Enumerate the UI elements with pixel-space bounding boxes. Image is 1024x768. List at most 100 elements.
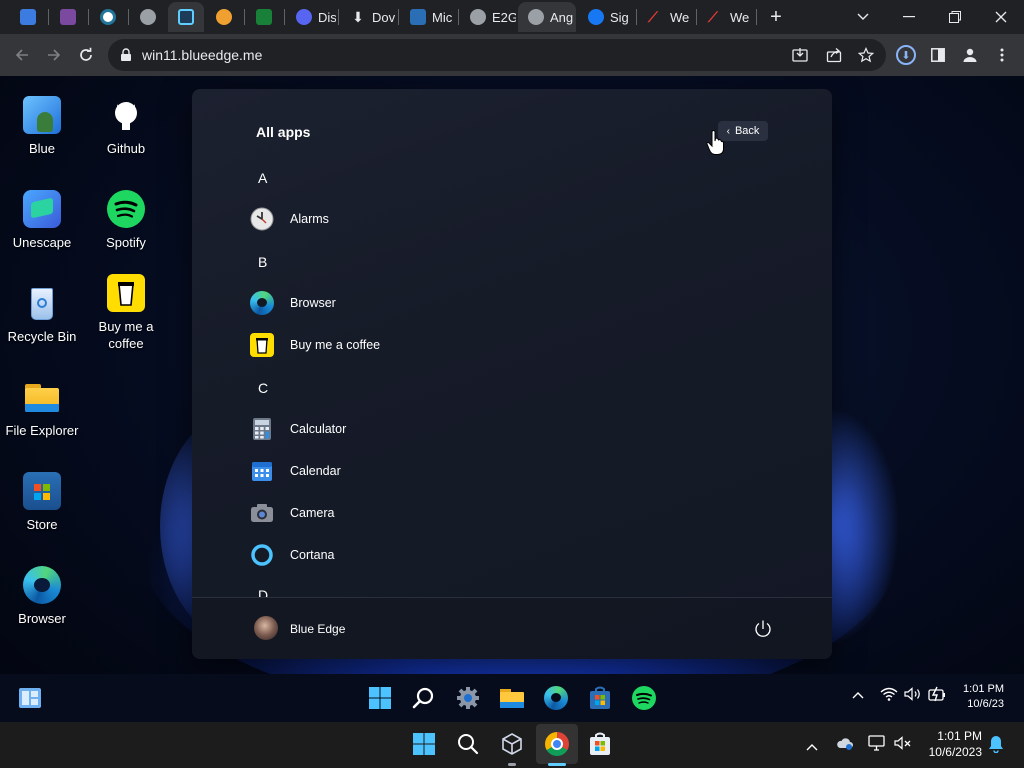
app-calendar[interactable]: Calendar (250, 457, 341, 485)
minimize-icon[interactable] (886, 0, 932, 34)
power-icon[interactable] (752, 618, 774, 640)
edge-browser-icon[interactable] (542, 684, 570, 712)
virtualbox-cube-icon[interactable] (498, 730, 526, 758)
group-letter[interactable]: C (258, 380, 268, 396)
settings-gear-icon[interactable] (454, 684, 482, 712)
battery-charging-icon[interactable] (928, 686, 946, 707)
start-windows-icon[interactable] (366, 684, 394, 712)
tab-8[interactable]: Disc (286, 2, 336, 32)
search-icon[interactable] (410, 684, 438, 712)
tab-2[interactable] (50, 2, 86, 32)
purple-app-icon (60, 9, 76, 25)
desktop-icon-blue[interactable]: Blue (0, 96, 84, 157)
desktop-icon-label: Recycle Bin (7, 329, 77, 344)
menu-kebab-icon[interactable] (986, 39, 1018, 71)
app-alarms[interactable]: Alarms (250, 205, 329, 233)
tab-3[interactable] (90, 2, 126, 32)
microsoft-store-icon[interactable] (586, 684, 614, 712)
back-button-label: Back (734, 125, 760, 137)
clock-time: 1:01 PM (937, 729, 982, 743)
desktop-icon-buy-me-a-coffee[interactable]: Buy me a coffee (84, 274, 168, 352)
tab-14[interactable]: ⟋ We (638, 2, 694, 32)
os-clock[interactable]: 1:01 PM 10/6/2023 (920, 728, 982, 760)
tab-13[interactable]: Sig (578, 2, 634, 32)
tab-label: We (670, 9, 690, 25)
wifi-icon[interactable] (880, 687, 898, 706)
restore-icon[interactable] (932, 0, 978, 34)
app-calculator[interactable]: Calculator (250, 415, 346, 443)
share-icon[interactable] (826, 47, 842, 63)
spotify-icon[interactable] (630, 684, 658, 712)
extension-download-icon[interactable]: ⬇ (890, 39, 922, 71)
network-monitor-icon[interactable] (868, 735, 886, 756)
tray-chevron-up-icon[interactable] (852, 688, 864, 702)
os-taskbar: 1:01 PM 10/6/2023 (0, 722, 1024, 768)
red-logo-icon: ⟋ (648, 9, 658, 25)
desktop-icon-unescape[interactable]: Unescape (0, 190, 84, 251)
windows-icon (20, 9, 36, 25)
desktop-icon-store[interactable]: Store (0, 472, 84, 533)
side-panel-icon[interactable] (922, 39, 954, 71)
app-browser[interactable]: Browser (250, 289, 336, 317)
onedrive-cloud-icon[interactable] (836, 736, 854, 755)
app-buy-me-a-coffee[interactable]: Buy me a coffee (250, 331, 380, 359)
simulated-clock[interactable]: 1:01 PM 10/6/23 (950, 682, 1004, 712)
tab-6[interactable] (206, 2, 242, 32)
close-icon[interactable] (978, 0, 1024, 34)
group-letter[interactable]: A (258, 170, 267, 186)
new-tab-plus-icon[interactable]: + (764, 5, 788, 29)
tab-7[interactable] (246, 2, 282, 32)
globe-icon (528, 9, 544, 25)
tab-15[interactable]: ⟋ We (698, 2, 754, 32)
reload-icon[interactable] (70, 39, 102, 71)
camera-icon (250, 501, 274, 525)
sheet-icon (256, 9, 272, 25)
tab-12[interactable]: Ang (518, 2, 576, 32)
tab-9[interactable]: ⬇ Dov (340, 2, 396, 32)
volume-icon[interactable] (904, 687, 922, 706)
tab-5[interactable] (168, 2, 204, 32)
notification-bell-icon[interactable] (988, 735, 1004, 758)
app-cortana[interactable]: Cortana (250, 541, 334, 569)
desktop: Blue Unescape Recycle Bin File Explorer … (0, 76, 1024, 722)
group-letter[interactable]: B (258, 254, 267, 270)
microsoft-store-icon[interactable] (586, 730, 614, 758)
tab-4[interactable] (130, 2, 166, 32)
address-bar[interactable]: win11.blueedge.me (108, 39, 886, 71)
tab-label: E2G (492, 9, 516, 25)
tab-11[interactable]: E2G (460, 2, 516, 32)
tab-label: Mic (432, 9, 453, 25)
app-camera[interactable]: Camera (250, 499, 334, 527)
browser-tab-strip: Disc ⬇ Dov Mic E2G Ang Sig ⟋ We ⟋ We + (0, 0, 1024, 34)
widgets-icon[interactable] (16, 684, 44, 712)
desktop-icon-browser[interactable]: Browser (0, 566, 84, 627)
group-letter-partial[interactable]: D (258, 587, 268, 597)
tab-10[interactable]: Mic (400, 2, 456, 32)
tab-search-chevron-icon[interactable] (840, 0, 886, 34)
url-text: win11.blueedge.me (142, 47, 263, 63)
bookmark-star-icon[interactable] (858, 47, 874, 63)
tab-label: Disc (318, 9, 336, 25)
desktop-icon-label: Buy me a coffee (98, 319, 154, 351)
desktop-icon-github[interactable]: Github (84, 96, 168, 157)
tab-1[interactable] (10, 2, 46, 32)
install-app-icon[interactable] (792, 47, 808, 63)
desktop-icon-file-explorer[interactable]: File Explorer (0, 378, 84, 439)
forward-arrow-icon[interactable] (38, 39, 70, 71)
volume-muted-icon[interactable] (894, 735, 912, 756)
start-windows-icon[interactable] (410, 730, 438, 758)
avatar[interactable] (254, 616, 278, 640)
app-label: Cortana (290, 548, 335, 562)
tray-chevron-up-icon[interactable] (806, 738, 818, 756)
search-icon[interactable] (454, 730, 482, 758)
back-arrow-icon[interactable] (6, 39, 38, 71)
app-label: Calendar (290, 464, 341, 478)
file-explorer-folder-icon[interactable] (498, 684, 526, 712)
profile-icon[interactable] (954, 39, 986, 71)
user-name[interactable]: Blue Edge (290, 622, 345, 636)
desktop-icon-spotify[interactable]: Spotify (84, 190, 168, 251)
desktop-icon-recycle-bin[interactable]: Recycle Bin (0, 284, 84, 345)
alarm-clock-icon (250, 207, 274, 231)
all-apps-title: All apps (256, 124, 311, 140)
chrome-icon[interactable] (543, 730, 571, 758)
